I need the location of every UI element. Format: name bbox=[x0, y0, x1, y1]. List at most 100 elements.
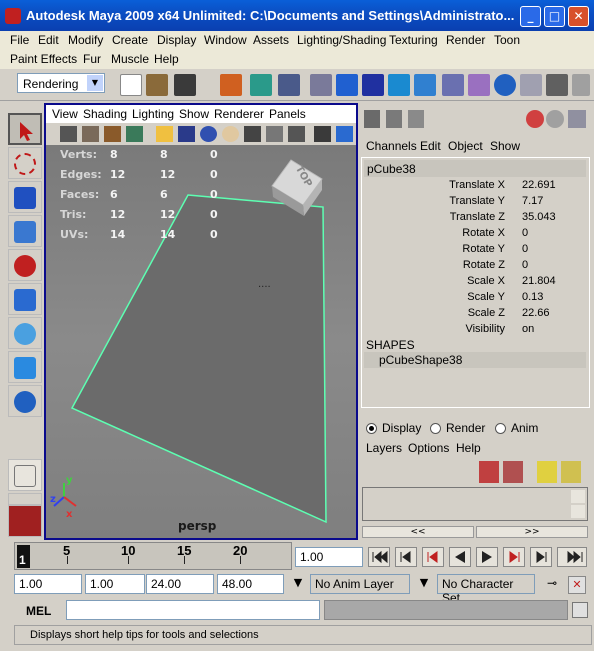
layer-list-scroll-up[interactable] bbox=[571, 490, 585, 503]
menu-toon[interactable]: Toon bbox=[494, 33, 520, 47]
playback-end-field[interactable]: 24.00 bbox=[146, 574, 214, 594]
menu-display[interactable]: Display bbox=[157, 33, 196, 47]
rotate-tool[interactable] bbox=[8, 249, 42, 281]
bookmark-icon[interactable] bbox=[104, 126, 121, 142]
menu-set-dropdown[interactable]: Rendering ▼ bbox=[17, 73, 105, 93]
maximize-button[interactable]: □ bbox=[544, 6, 565, 27]
ch-menu-edit[interactable]: Edit bbox=[420, 139, 441, 153]
layer-display-icon[interactable] bbox=[546, 110, 564, 128]
wireframe-icon[interactable] bbox=[314, 126, 331, 142]
play-backward-button[interactable] bbox=[449, 547, 471, 567]
display-layers-radio[interactable] bbox=[366, 423, 377, 434]
goto-start-button[interactable] bbox=[368, 547, 390, 567]
select-object-icon[interactable] bbox=[250, 74, 272, 96]
step-forward-button[interactable] bbox=[530, 547, 552, 567]
paint-select-tool[interactable] bbox=[8, 181, 42, 213]
layer-list-scroll-down[interactable] bbox=[571, 505, 585, 518]
ch-menu-show[interactable]: Show bbox=[490, 139, 520, 153]
snap-grid-icon[interactable] bbox=[310, 74, 332, 96]
anim-prefs-icon[interactable]: ✕ bbox=[568, 576, 586, 594]
soft-mod-tool[interactable] bbox=[8, 351, 42, 383]
menu-muscle[interactable]: Muscle bbox=[111, 52, 149, 66]
attr-scale-y-value[interactable]: 0.13 bbox=[522, 291, 543, 303]
select-hierarchy-icon[interactable] bbox=[220, 74, 242, 96]
attr-rotate-y-value[interactable]: 0 bbox=[522, 243, 528, 255]
menu-edit[interactable]: Edit bbox=[38, 33, 59, 47]
menu-render[interactable]: Render bbox=[446, 33, 485, 47]
toggle-panel-icon[interactable] bbox=[572, 74, 590, 96]
menu-window[interactable]: Window bbox=[204, 33, 247, 47]
camera-attr-icon[interactable] bbox=[82, 126, 99, 142]
mel-label[interactable]: MEL bbox=[26, 604, 51, 618]
attr-scale-z-value[interactable]: 22.66 bbox=[522, 307, 550, 319]
anim-layer-dropdown[interactable]: No Anim Layer bbox=[310, 574, 410, 594]
construction-history-icon[interactable] bbox=[442, 74, 464, 96]
layer-editor-icon[interactable] bbox=[526, 110, 544, 128]
attribute-editor-toggle-icon[interactable] bbox=[386, 110, 402, 128]
snap-view-plane-icon[interactable] bbox=[388, 74, 410, 96]
character-set-chevron-icon[interactable]: ▼ bbox=[415, 576, 433, 594]
ch-menu-channels[interactable]: Channels bbox=[366, 139, 417, 153]
vp-menu-lighting[interactable]: Lighting bbox=[132, 107, 174, 121]
anim-layer-chevron-icon[interactable]: ▼ bbox=[289, 576, 307, 594]
menu-fur[interactable]: Fur bbox=[83, 52, 101, 66]
new-scene-icon[interactable] bbox=[120, 74, 142, 96]
new-layer-selected-icon[interactable] bbox=[503, 461, 523, 483]
new-anim-layer-selected-icon[interactable] bbox=[561, 461, 581, 483]
smooth-shade-icon[interactable] bbox=[336, 126, 353, 142]
layer-list[interactable] bbox=[362, 487, 588, 521]
ipr-render-icon[interactable] bbox=[494, 74, 516, 96]
layer-nav-left-button[interactable]: << bbox=[362, 526, 474, 538]
render-frame-icon[interactable] bbox=[468, 74, 490, 96]
menu-assets[interactable]: Assets bbox=[253, 33, 289, 47]
attr-scale-x-value[interactable]: 21.804 bbox=[522, 275, 556, 287]
script-editor-icon[interactable] bbox=[572, 602, 588, 618]
vp-menu-view[interactable]: View bbox=[52, 107, 78, 121]
attr-translate-y-value[interactable]: 7.17 bbox=[522, 195, 543, 207]
lasso-tool[interactable] bbox=[8, 147, 42, 179]
menu-modify[interactable]: Modify bbox=[68, 33, 103, 47]
vp-menu-shading[interactable]: Shading bbox=[83, 107, 127, 121]
select-component-icon[interactable] bbox=[278, 74, 300, 96]
auto-key-icon[interactable]: ⊸ bbox=[540, 576, 564, 594]
resolution-gate-icon[interactable] bbox=[200, 126, 217, 142]
vp-menu-panels[interactable]: Panels bbox=[269, 107, 306, 121]
single-perspective-layout[interactable] bbox=[8, 459, 42, 491]
show-manip-tool[interactable] bbox=[8, 385, 42, 417]
move-tool[interactable] bbox=[8, 215, 42, 247]
menu-help[interactable]: Help bbox=[154, 52, 179, 66]
save-scene-icon[interactable] bbox=[174, 74, 196, 96]
ch-menu-object[interactable]: Object bbox=[448, 139, 483, 153]
layers-menu-layers[interactable]: Layers bbox=[366, 441, 402, 455]
scale-tool[interactable] bbox=[8, 283, 42, 315]
select-tool[interactable] bbox=[8, 113, 42, 145]
tool-settings-toggle-icon[interactable] bbox=[408, 110, 424, 128]
new-anim-layer-icon[interactable] bbox=[537, 461, 557, 483]
render-settings-icon[interactable] bbox=[520, 74, 542, 96]
image-plane-icon[interactable] bbox=[126, 126, 143, 142]
new-layer-icon[interactable] bbox=[479, 461, 499, 483]
camera-icon[interactable] bbox=[60, 126, 77, 142]
anim-layers-radio[interactable] bbox=[495, 423, 506, 434]
close-button[interactable]: ✕ bbox=[568, 6, 589, 27]
vp-menu-renderer[interactable]: Renderer bbox=[214, 107, 264, 121]
animation-end-field[interactable]: 48.00 bbox=[217, 574, 284, 594]
play-forward-button[interactable] bbox=[476, 547, 498, 567]
safe-action-icon[interactable] bbox=[266, 126, 283, 142]
selected-plane[interactable] bbox=[70, 194, 327, 524]
menu-create[interactable]: Create bbox=[112, 33, 148, 47]
universal-manip-tool[interactable] bbox=[8, 317, 42, 349]
four-view-layout[interactable] bbox=[8, 493, 42, 505]
render-layers-radio[interactable] bbox=[430, 423, 441, 434]
minimize-button[interactable]: _ bbox=[520, 6, 541, 27]
playback-start-field[interactable]: 1.00 bbox=[85, 574, 145, 594]
layers-menu-help[interactable]: Help bbox=[456, 441, 481, 455]
current-frame-field[interactable]: 1.00 bbox=[295, 547, 363, 567]
channel-box-toggle-icon[interactable] bbox=[364, 110, 380, 128]
hypershade-icon[interactable] bbox=[546, 74, 568, 96]
menu-lighting-shading[interactable]: Lighting/Shading bbox=[297, 33, 386, 47]
attr-visibility-value[interactable]: on bbox=[522, 323, 534, 335]
menu-texturing[interactable]: Texturing bbox=[389, 33, 438, 47]
grid-icon[interactable] bbox=[156, 126, 173, 142]
snap-point-icon[interactable] bbox=[362, 74, 384, 96]
